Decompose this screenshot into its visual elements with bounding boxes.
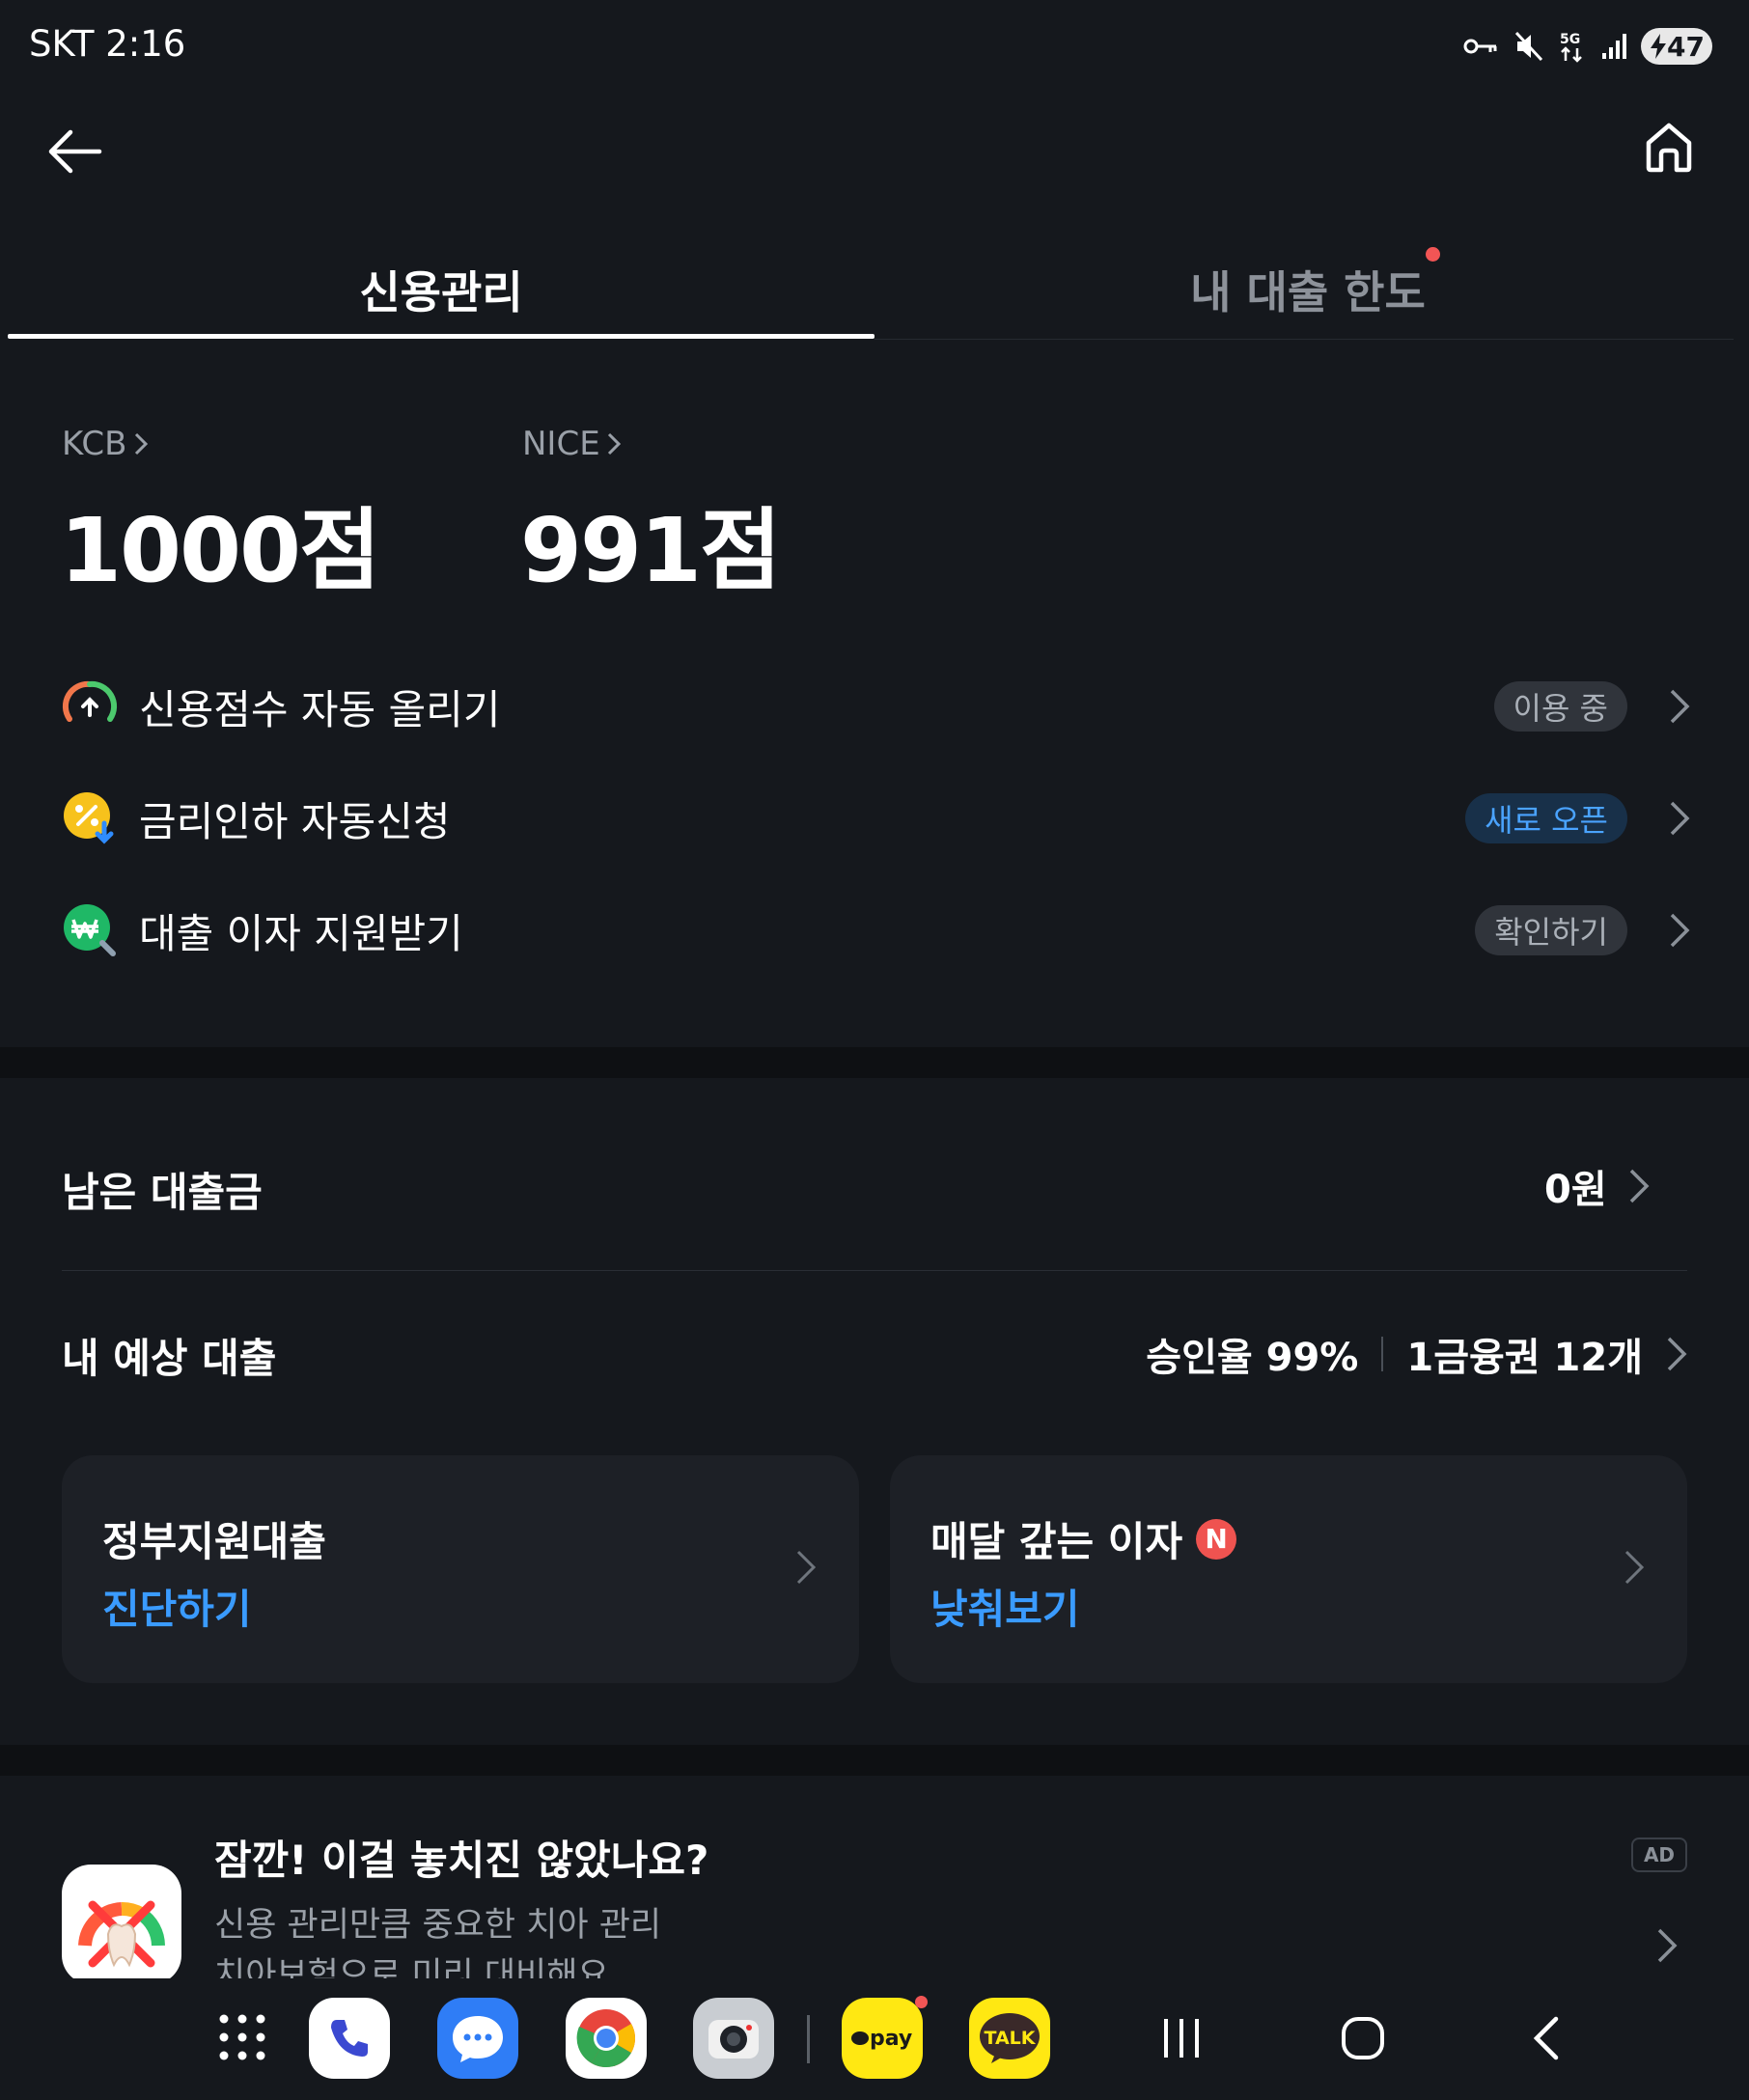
won-search-icon bbox=[62, 902, 118, 958]
chevron-right-icon bbox=[1670, 913, 1690, 948]
nice-score-link[interactable]: NICE bbox=[522, 425, 622, 463]
chevron-right-icon bbox=[1670, 801, 1690, 836]
dock-divider bbox=[807, 2015, 810, 2063]
kcb-label: KCB bbox=[62, 425, 127, 463]
ad-title[interactable]: 잠깐! 이걸 놓치진 않았나요? bbox=[214, 1828, 708, 1887]
recents-icon bbox=[1164, 2019, 1199, 2058]
vpn-key-icon bbox=[1463, 39, 1497, 54]
remaining-loan-link[interactable]: 0원 bbox=[1544, 1158, 1650, 1214]
camera-icon[interactable] bbox=[693, 1998, 774, 2079]
status-carrier-time: SKT 2:16 bbox=[29, 23, 185, 65]
carrier-name: SKT bbox=[29, 23, 95, 65]
back-nav-icon bbox=[1533, 2016, 1559, 2060]
home-button[interactable] bbox=[1635, 114, 1703, 181]
new-dot-indicator bbox=[1426, 247, 1440, 262]
active-tab-indicator bbox=[8, 334, 874, 339]
kakaopay-icon[interactable]: pay bbox=[842, 1998, 923, 2079]
chevron-right-icon bbox=[1629, 1169, 1650, 1203]
chevron-right-icon[interactable] bbox=[1656, 1926, 1678, 1965]
separator bbox=[1381, 1337, 1384, 1371]
back-button[interactable] bbox=[41, 118, 108, 185]
government-loan-card[interactable]: 정부지원대출 진단하기 bbox=[62, 1455, 859, 1683]
chevron-right-icon bbox=[1667, 1337, 1687, 1371]
home-icon bbox=[1646, 123, 1692, 173]
rate-down-icon bbox=[62, 790, 118, 846]
lender-count: 1금융권 12개 bbox=[1406, 1336, 1643, 1380]
card-title: 매달 갚는 이자 N bbox=[930, 1509, 1237, 1568]
score-gauge-icon bbox=[62, 678, 118, 734]
phone-icon[interactable] bbox=[309, 1998, 390, 2079]
chevron-right-icon bbox=[607, 432, 621, 456]
mute-icon bbox=[1514, 31, 1543, 62]
battery-level: 47 bbox=[1667, 30, 1705, 63]
expected-loan-link[interactable]: 승인율 99% 1금융권 12개 bbox=[1146, 1326, 1687, 1382]
recents-button[interactable] bbox=[1158, 2015, 1205, 2065]
section-divider bbox=[0, 1047, 1749, 1078]
feature-row-rate-cut[interactable]: 금리인하 자동신청 새로 오픈 bbox=[62, 780, 1693, 857]
chevron-right-icon bbox=[1624, 1550, 1645, 1585]
feature-label: 대출 이자 지원받기 bbox=[139, 909, 463, 957]
loan-divider bbox=[62, 1270, 1687, 1271]
arrow-left-icon bbox=[48, 129, 102, 174]
chevron-right-icon bbox=[134, 432, 148, 456]
chrome-icon[interactable] bbox=[566, 1998, 647, 2079]
clock-time: 2:16 bbox=[105, 23, 186, 65]
kakaopay-label: pay bbox=[870, 2027, 912, 2051]
messages-icon[interactable] bbox=[437, 1998, 518, 2079]
ad-subtitle-1: 신용 관리만큼 중요한 치아 관리 bbox=[214, 1906, 662, 1945]
status-bar: SKT 2:16 5G 47 bbox=[0, 0, 1749, 93]
status-icons: 5G 47 bbox=[1463, 23, 1712, 69]
feature-row-interest-support[interactable]: 대출 이자 지원받기 확인하기 bbox=[62, 892, 1693, 969]
monthly-interest-card[interactable]: 매달 갚는 이자 N 낮춰보기 bbox=[890, 1455, 1687, 1683]
feature-label: 신용점수 자동 올리기 bbox=[139, 685, 501, 733]
nice-label: NICE bbox=[522, 425, 600, 463]
tab-divider bbox=[874, 339, 1734, 340]
card-title-text: 정부지원대출 bbox=[102, 1518, 326, 1565]
tab-loan-limit[interactable]: 내 대출 한도 bbox=[874, 241, 1741, 338]
chevron-right-icon bbox=[796, 1550, 817, 1585]
status-badge: 이용 중 bbox=[1493, 681, 1627, 732]
notification-dot bbox=[915, 1996, 928, 2008]
status-badge: 새로 오픈 bbox=[1465, 793, 1627, 843]
feature-label: 금리인하 자동신청 bbox=[139, 797, 451, 845]
status-badge: 확인하기 bbox=[1475, 905, 1627, 955]
back-nav-button[interactable] bbox=[1527, 2015, 1566, 2065]
approval-rate: 승인율 99% bbox=[1146, 1336, 1359, 1380]
tab-credit-management[interactable]: 신용관리 bbox=[8, 241, 874, 338]
feature-row-auto-score[interactable]: 신용점수 자동 올리기 이용 중 bbox=[62, 668, 1693, 745]
chevron-right-icon bbox=[1670, 689, 1690, 724]
kakaotalk-label: TALK bbox=[984, 2028, 1036, 2049]
nice-score-value[interactable]: 991점 bbox=[520, 479, 782, 607]
dental-ad-icon[interactable] bbox=[62, 1865, 181, 1984]
home-nav-icon bbox=[1342, 2017, 1384, 2059]
card-title: 정부지원대출 bbox=[102, 1509, 326, 1568]
network-5g-icon: 5G bbox=[1560, 32, 1582, 63]
signal-icon bbox=[1602, 34, 1626, 59]
kcb-score-value[interactable]: 1000점 bbox=[60, 479, 381, 607]
expected-loan-label: 내 예상 대출 bbox=[62, 1335, 277, 1382]
section-divider bbox=[0, 1745, 1749, 1776]
kakaotalk-icon[interactable]: TALK bbox=[969, 1998, 1050, 2079]
apps-grid-icon[interactable] bbox=[218, 2013, 266, 2065]
home-nav-button[interactable] bbox=[1340, 2015, 1386, 2065]
battery-indicator: 47 bbox=[1641, 28, 1712, 65]
svg-text:5G: 5G bbox=[1560, 32, 1580, 47]
ad-badge: AD bbox=[1631, 1838, 1687, 1872]
new-badge: N bbox=[1196, 1518, 1237, 1560]
charging-icon bbox=[1651, 34, 1666, 59]
remaining-loan-value: 0원 bbox=[1544, 1168, 1607, 1212]
card-action: 낮춰보기 bbox=[930, 1586, 1080, 1633]
card-title-text: 매달 갚는 이자 bbox=[930, 1518, 1183, 1565]
kcb-score-link[interactable]: KCB bbox=[62, 425, 149, 463]
remaining-loan-label: 남은 대출금 bbox=[62, 1169, 263, 1216]
card-action: 진단하기 bbox=[102, 1586, 252, 1633]
